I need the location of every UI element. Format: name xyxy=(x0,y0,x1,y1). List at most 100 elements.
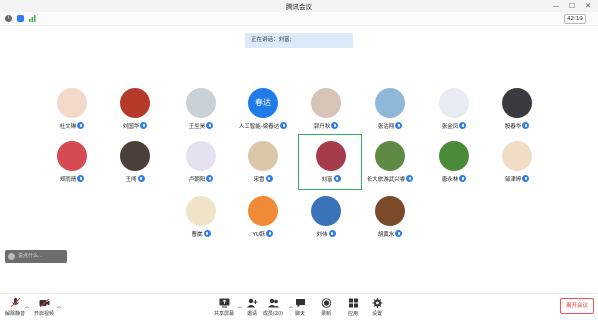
participant-name-row: 王闯 xyxy=(105,175,165,183)
participant-tile[interactable]: 胡黄水 xyxy=(360,194,420,254)
members-icon xyxy=(267,298,279,308)
members-label: 成员(20) xyxy=(262,311,284,317)
participant-tile[interactable]: 卢朝阳 xyxy=(171,139,231,199)
mic-status-icon xyxy=(203,230,211,237)
avatar xyxy=(316,141,346,171)
minimize-icon[interactable]: — xyxy=(548,0,564,12)
participant-name-row: 王圣昊 xyxy=(171,122,231,130)
participant-name: 胡黄水 xyxy=(377,232,395,238)
participant-name: 郭丹秋 xyxy=(313,124,331,130)
meeting-timer: 42:19 xyxy=(564,14,586,24)
chat-button[interactable]: 聊天 xyxy=(292,298,308,320)
mic-status-icon xyxy=(77,122,85,129)
settings-button[interactable]: 设置 xyxy=(369,298,385,320)
avatar xyxy=(375,88,405,118)
signal-icon[interactable] xyxy=(29,15,36,22)
settings-label: 设置 xyxy=(371,311,382,317)
video-button[interactable]: 开启视频 xyxy=(32,298,56,320)
mic-status-icon xyxy=(265,175,273,182)
participant-tile[interactable]: 曹崴 xyxy=(171,194,231,254)
participant-tile[interactable]: 邹津婷 xyxy=(487,139,547,199)
shield-icon[interactable] xyxy=(17,15,24,22)
gear-icon xyxy=(372,298,382,308)
avatar xyxy=(375,141,405,171)
bottom-toolbar: 解除静音 ︿ 开启视频 ︿ 共享屏幕 ︿ 邀请 成员(20) ︿ 聊天 录制 应… xyxy=(0,293,598,320)
chat-input[interactable]: 说点什么... xyxy=(5,250,67,263)
mic-status-icon xyxy=(459,122,467,129)
participant-name: 卢朝阳 xyxy=(188,177,206,183)
close-icon[interactable]: ✕ xyxy=(580,0,596,12)
participant-name: 刘国华 xyxy=(122,124,140,130)
participant-tile[interactable]: 王闯 xyxy=(105,139,165,199)
participant-tile[interactable]: 唐永林 xyxy=(424,139,484,199)
chat-label: 聊天 xyxy=(294,311,305,317)
mic-status-icon xyxy=(522,175,530,182)
share-options-chevron-icon[interactable]: ︿ xyxy=(236,303,244,320)
emoji-icon[interactable] xyxy=(8,253,15,260)
members-button[interactable]: 成员(20) xyxy=(262,298,284,320)
participant-tile[interactable]: 春达人工智能-梁春达 xyxy=(233,86,293,146)
participant-name: 杜文琳 xyxy=(59,124,77,130)
participant-tile[interactable]: YU跃 xyxy=(233,194,293,254)
record-button[interactable]: 录制 xyxy=(318,298,334,320)
mic-status-icon xyxy=(328,230,336,237)
video-options-chevron-icon[interactable]: ︿ xyxy=(55,303,63,320)
participant-tile[interactable]: 殷春华 xyxy=(487,86,547,146)
avatar xyxy=(186,88,216,118)
mute-options-chevron-icon[interactable]: ︿ xyxy=(23,303,31,320)
participant-name-row: 人工智能-梁春达 xyxy=(233,122,293,130)
participant-name-row: 卢朝阳 xyxy=(171,175,231,183)
invite-icon xyxy=(246,298,257,308)
participant-name-row: 刘伟 xyxy=(296,230,356,238)
mic-status-icon xyxy=(140,122,148,129)
status-row: i 42:19 xyxy=(0,12,598,26)
speaking-banner: 正在讲话：刘富; xyxy=(245,33,353,48)
avatar xyxy=(502,141,532,171)
participant-name-row: 郑雨晴 xyxy=(42,175,102,183)
participant-tile[interactable]: 长大旅游武兴睿 xyxy=(360,139,420,199)
participant-name-row: 张沽翔 xyxy=(360,122,420,130)
participant-name-row: 杜文琳 xyxy=(42,122,102,130)
mic-status-icon xyxy=(331,122,339,129)
info-icon[interactable]: i xyxy=(5,15,12,22)
camera-off-icon xyxy=(39,298,49,308)
share-screen-button[interactable]: 共享屏幕 xyxy=(212,298,236,320)
avatar: 春达 xyxy=(248,88,278,118)
participant-name: 王圣昊 xyxy=(188,124,206,130)
participant-name-row: 郭丹秋 xyxy=(296,122,356,130)
maximize-icon[interactable]: ☐ xyxy=(564,0,580,12)
avatar xyxy=(186,141,216,171)
participant-name-row: 长大旅游武兴睿 xyxy=(360,175,420,183)
share-screen-icon xyxy=(219,298,229,308)
title-bar: 腾讯会议 — ☐ ✕ xyxy=(0,0,598,12)
mic-status-icon xyxy=(406,175,414,182)
participant-name: 人工智能-梁春达 xyxy=(238,124,280,130)
apps-grid-icon xyxy=(348,298,358,308)
participant-tile[interactable]: 王圣昊 xyxy=(171,86,231,146)
participant-tile[interactable]: 郑雨晴 xyxy=(42,139,102,199)
participant-name: 刘伟 xyxy=(316,232,328,238)
avatar xyxy=(502,88,532,118)
participant-name-row: 唐永林 xyxy=(424,175,484,183)
participant-tile[interactable]: 张金凤 xyxy=(424,86,484,146)
participant-name: 殷春华 xyxy=(504,124,522,130)
participant-tile[interactable]: 刘国华 xyxy=(105,86,165,146)
participant-tile[interactable]: 刘伟 xyxy=(296,194,356,254)
participant-tile[interactable]: 张沽翔 xyxy=(360,86,420,146)
apps-button[interactable]: 应用 xyxy=(345,298,361,320)
avatar xyxy=(248,196,278,226)
record-label: 录制 xyxy=(320,311,331,317)
participant-tile[interactable]: 宋雪 xyxy=(233,139,293,199)
avatar xyxy=(439,141,469,171)
participant-tile[interactable]: 杜文琳 xyxy=(42,86,102,146)
record-icon xyxy=(321,298,331,308)
invite-button[interactable]: 邀请 xyxy=(244,298,260,320)
mic-status-icon xyxy=(137,175,145,182)
mic-status-icon xyxy=(266,230,274,237)
participant-tile[interactable]: 刘富 xyxy=(298,134,362,199)
participant-name-row: 殷春华 xyxy=(487,122,547,130)
invite-label: 邀请 xyxy=(246,311,257,317)
participant-name: 刘富 xyxy=(321,177,333,183)
leave-meeting-button[interactable]: 离开会议 xyxy=(560,298,594,314)
video-label: 开启视频 xyxy=(33,311,54,317)
